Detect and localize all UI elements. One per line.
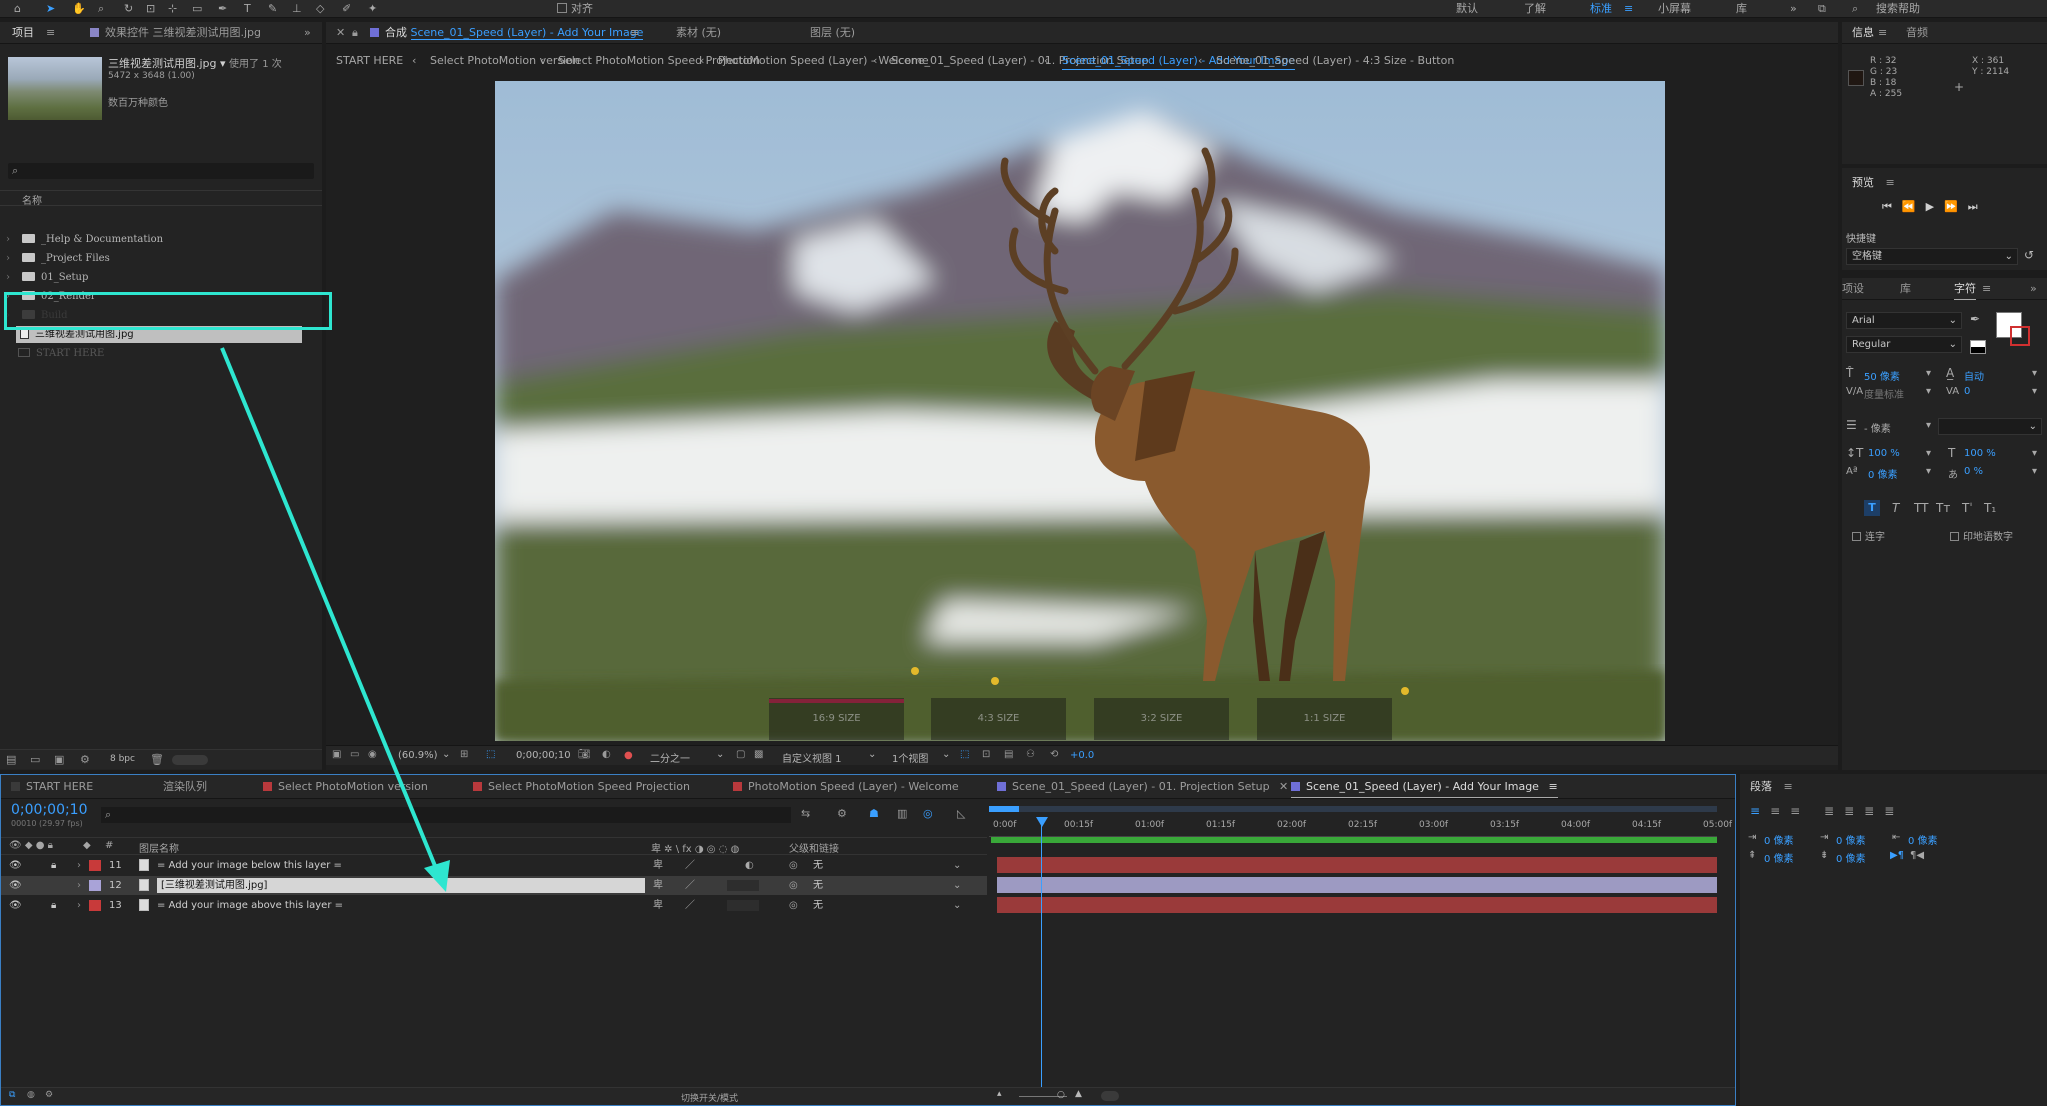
drag-arrow bbox=[220, 347, 450, 892]
